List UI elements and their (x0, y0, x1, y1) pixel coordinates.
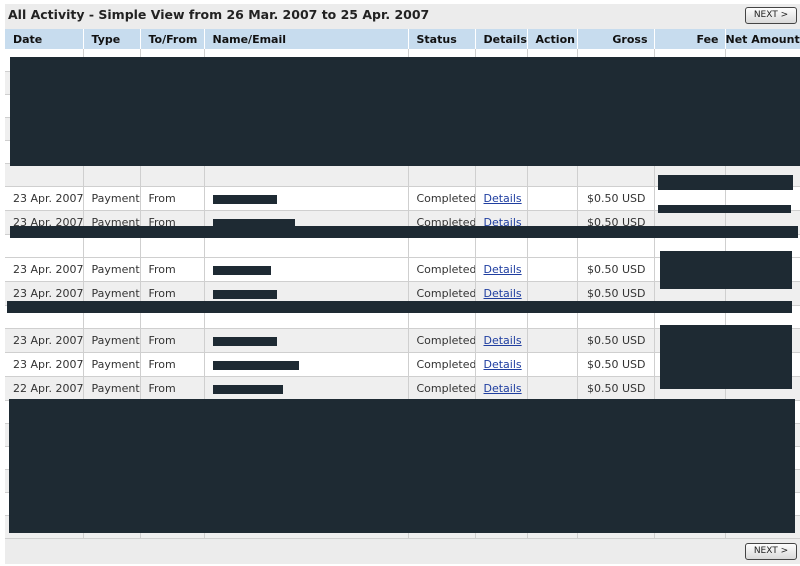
redaction-bar (10, 226, 798, 238)
details-link[interactable]: Details (484, 287, 522, 300)
cell-tofrom: From (140, 328, 205, 353)
cell-status: Completed (408, 352, 476, 377)
cell-action (527, 352, 578, 377)
cell-details: Details (475, 186, 528, 211)
cell-status: Completed (408, 257, 476, 282)
cell-details: Details (475, 376, 528, 401)
redaction-fee (660, 251, 792, 289)
cell-type: Payment (83, 186, 141, 211)
redacted-name (212, 265, 271, 275)
redacted-name (212, 194, 277, 204)
table-header-row: Date Type To/From Name/Email Status Deta… (5, 29, 800, 49)
cell-tofrom: From (140, 186, 205, 211)
redaction-fee (658, 205, 791, 213)
page-title: All Activity - Simple View from 26 Mar. … (8, 7, 430, 22)
cell-gross: $0.50 USD (577, 328, 655, 353)
redaction-block (10, 57, 800, 166)
col-action: Action (527, 29, 578, 49)
redacted-name (212, 384, 283, 394)
redaction-fee (660, 325, 792, 389)
cell-type: Payment (83, 257, 141, 282)
cell-name-email (204, 352, 409, 377)
cell-action (527, 186, 578, 211)
col-name-email[interactable]: Name/Email (204, 29, 409, 49)
details-link[interactable]: Details (484, 358, 522, 371)
cell-tofrom: From (140, 352, 205, 377)
cell-date: 23 Apr. 2007 (5, 257, 84, 282)
cell-details: Details (475, 257, 528, 282)
details-link[interactable]: Details (484, 334, 522, 347)
cell-type: Payment (83, 328, 141, 353)
next-button-top[interactable]: NEXT > (745, 7, 797, 24)
cell-name-email (204, 186, 409, 211)
cell-action (527, 376, 578, 401)
cell-status: Completed (408, 328, 476, 353)
col-tofrom[interactable]: To/From (140, 29, 205, 49)
redaction-bar (7, 301, 792, 313)
col-details: Details (475, 29, 528, 49)
details-link[interactable]: Details (484, 192, 522, 205)
cell-date: 22 Apr. 2007 (5, 376, 84, 401)
redacted-name (212, 336, 277, 346)
cell-details: Details (475, 352, 528, 377)
redacted-name (212, 289, 277, 299)
redacted-name (212, 360, 299, 370)
cell-status: Completed (408, 186, 476, 211)
cell-date: 23 Apr. 2007 (5, 186, 84, 211)
cell-name-email (204, 328, 409, 353)
cell-date: 23 Apr. 2007 (5, 328, 84, 353)
next-button-bottom[interactable]: NEXT > (745, 543, 797, 560)
cell-type: Payment (83, 352, 141, 377)
col-type[interactable]: Type (83, 29, 141, 49)
col-fee[interactable]: Fee (654, 29, 726, 49)
details-link[interactable]: Details (484, 382, 522, 395)
cell-name-email (204, 376, 409, 401)
cell-gross: $0.50 USD (577, 376, 655, 401)
col-date[interactable]: Date (5, 29, 84, 49)
col-status[interactable]: Status (408, 29, 476, 49)
cell-type: Payment (83, 376, 141, 401)
cell-gross: $0.50 USD (577, 352, 655, 377)
col-gross[interactable]: Gross (577, 29, 655, 49)
redaction-fee (658, 175, 793, 190)
redaction-block (9, 399, 795, 533)
details-link[interactable]: Details (484, 263, 522, 276)
cell-name-email (204, 257, 409, 282)
cell-gross: $0.50 USD (577, 186, 655, 211)
cell-status: Completed (408, 376, 476, 401)
cell-tofrom: From (140, 376, 205, 401)
cell-action (527, 328, 578, 353)
col-net-amount[interactable]: Net Amount (725, 29, 800, 49)
cell-tofrom: From (140, 257, 205, 282)
cell-date: 23 Apr. 2007 (5, 352, 84, 377)
cell-details: Details (475, 328, 528, 353)
cell-gross: $0.50 USD (577, 257, 655, 282)
cell-action (527, 257, 578, 282)
